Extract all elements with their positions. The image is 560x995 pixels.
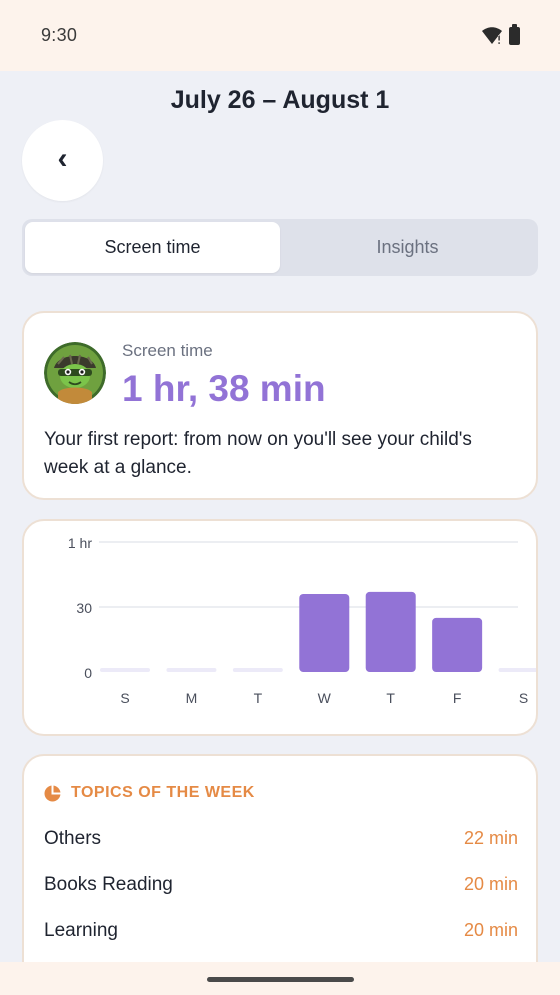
status-bar: 9:30 — [0, 0, 560, 71]
battery-icon — [509, 23, 520, 45]
chart-bar — [299, 594, 350, 672]
topics-header-label: TOPICS OF THE WEEK — [71, 784, 255, 801]
avatar — [44, 342, 106, 404]
x-tick-label: T — [386, 690, 395, 706]
topic-row[interactable]: Books Reading 20 min — [44, 874, 518, 896]
summary-value: 1 hr, 38 min — [122, 368, 326, 409]
home-indicator[interactable] — [207, 977, 354, 982]
chart-bar-empty — [232, 668, 283, 672]
topic-row[interactable]: Learning 20 min — [44, 920, 518, 942]
topic-duration: 20 min — [463, 874, 518, 894]
chart-bar-empty — [166, 668, 217, 672]
topic-name: Books Reading — [44, 874, 173, 895]
tab-screen-time[interactable]: Screen time — [25, 222, 280, 273]
x-tick-label: M — [186, 690, 198, 706]
summary-label: Screen time — [122, 341, 213, 360]
wifi-icon — [482, 26, 502, 44]
x-tick-label: S — [120, 690, 129, 706]
x-tick-label: W — [318, 690, 332, 706]
summary-description: Your first report: from now on you'll se… — [44, 429, 472, 478]
topic-duration: 22 min — [463, 828, 518, 848]
weekly-bar-chart: 1 hr 30 0 S M T W T F S — [68, 535, 536, 706]
chart-bar — [432, 617, 483, 672]
topics-card: TOPICS OF THE WEEK Others 22 min Books R… — [22, 754, 538, 995]
topics-header: TOPICS OF THE WEEK — [44, 784, 255, 802]
topic-name: Others — [44, 828, 102, 849]
tab-insights[interactable]: Insights — [280, 222, 535, 273]
y-tick-label: 1 hr — [68, 535, 92, 551]
x-tick-label: T — [254, 690, 263, 706]
chart-bar — [365, 591, 416, 672]
x-tick-label: F — [453, 690, 462, 706]
chevron-left-icon: ‹ — [57, 141, 68, 175]
topic-name: Learning — [44, 920, 118, 941]
pie-chart-icon — [44, 785, 61, 801]
x-tick-label: S — [519, 690, 528, 706]
back-button[interactable]: ‹ — [22, 120, 103, 201]
topic-duration: 20 min — [463, 920, 518, 940]
tab-bar: Screen time Insights — [22, 219, 538, 276]
y-tick-label: 30 — [76, 600, 92, 616]
turtle-avatar-image — [44, 342, 106, 404]
chart-bar-empty — [498, 668, 536, 672]
y-tick-label: 0 — [84, 665, 92, 681]
chart-bar-empty — [100, 668, 150, 672]
status-time: 9:30 — [41, 25, 78, 45]
page-title: July 26 – August 1 — [170, 86, 390, 114]
topic-row[interactable]: Others 22 min — [44, 828, 518, 850]
navigation-bar — [0, 962, 560, 995]
screen-time-summary-card: Screen time 1 hr, 38 min Your first repo… — [22, 311, 538, 500]
weekly-chart-card: 1 hr 30 0 S M T W T F S — [22, 519, 538, 736]
status-icons — [481, 23, 520, 45]
